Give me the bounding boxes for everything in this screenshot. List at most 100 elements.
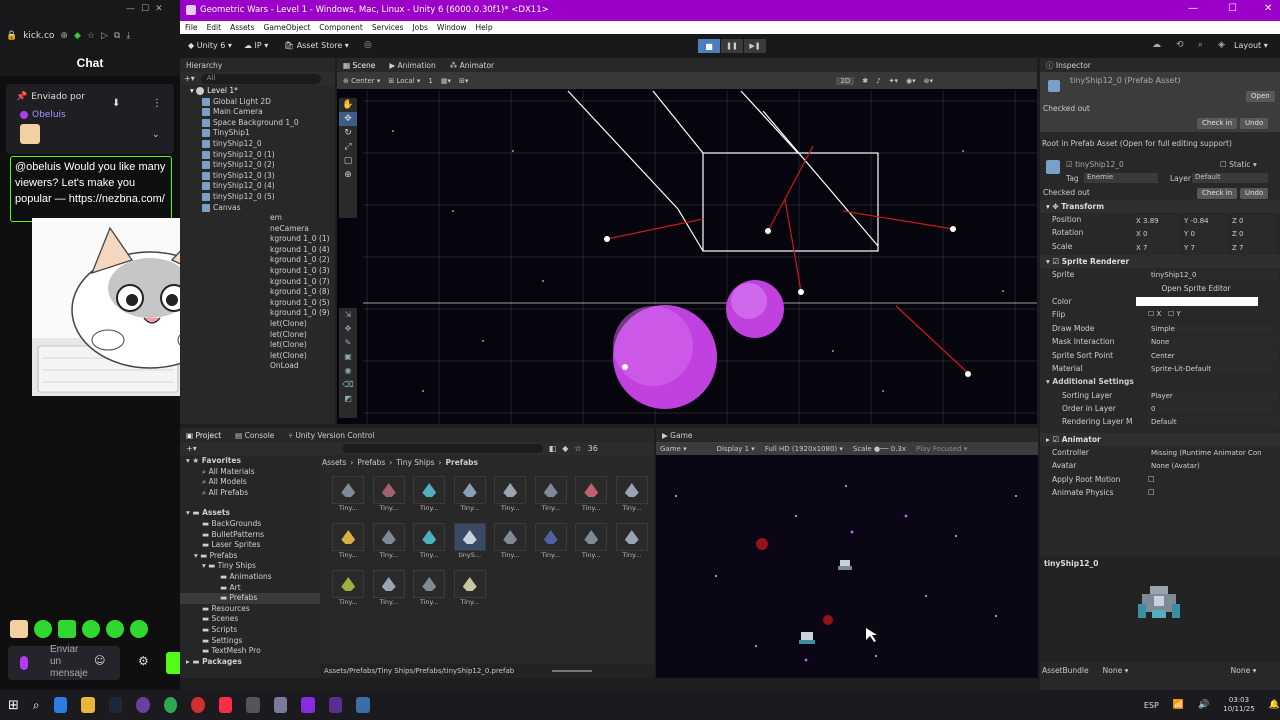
folder-item[interactable]: ▬ Scripts <box>180 625 320 636</box>
transform-header[interactable]: ▾ ✥ Transform <box>1040 200 1280 213</box>
menu-jobs[interactable]: Jobs <box>412 23 427 32</box>
scale-y[interactable]: Y 7 <box>1184 241 1228 256</box>
icon-size-slider[interactable] <box>552 670 593 672</box>
hierarchy-item-label[interactable]: kground 1_0 (1) <box>270 234 335 245</box>
hierarchy-item-label[interactable]: kground 1_0 (4) <box>270 245 335 256</box>
mic-icon[interactable] <box>20 656 28 670</box>
clock[interactable]: 03:03 10/11/25 <box>1223 696 1254 714</box>
prefab-item[interactable]: Tiny... <box>571 476 612 512</box>
favorite-icon[interactable]: ☆ <box>574 444 581 453</box>
minimize-icon[interactable]: — <box>1188 3 1198 14</box>
play-focused-dropdown[interactable]: Play Focused ▾ <box>916 445 967 453</box>
layers-icon[interactable]: ◈ <box>1218 40 1225 50</box>
hierarchy-item[interactable]: Global Light 2D <box>202 97 335 108</box>
transform-tool-icon[interactable]: ⊕ <box>339 168 357 182</box>
hierarchy-item-label[interactable]: let(Clone) <box>270 330 335 341</box>
audio-icon[interactable]: ♪ <box>876 77 880 85</box>
tab-project[interactable]: ▣ Project <box>186 431 221 440</box>
breadcrumb-item[interactable]: Prefabs <box>357 458 385 467</box>
tile-pick-icon[interactable]: ◉ <box>339 364 357 378</box>
hierarchy-item[interactable]: TinyShip1 <box>202 128 335 139</box>
prefab-item[interactable]: Tiny... <box>409 570 450 606</box>
prefab-item[interactable]: Tiny... <box>531 476 572 512</box>
display-dropdown[interactable]: Display 1 ▾ <box>717 445 755 453</box>
network-icon[interactable]: 📶 <box>1173 700 1184 710</box>
snap-icon[interactable]: ⊞▾ <box>459 77 468 85</box>
local-dropdown[interactable]: ⊞ Local ▾ <box>388 77 420 85</box>
folder-item[interactable]: ▬ Art <box>180 583 320 594</box>
layout-dropdown[interactable]: Layout ▾ <box>1234 41 1268 50</box>
scale-x[interactable]: X 7 <box>1136 241 1180 256</box>
static-toggle[interactable]: ☐ Static ▾ <box>1220 160 1257 169</box>
assets-header[interactable]: ▾ ▬ Assets <box>180 508 320 519</box>
chrome-icon[interactable] <box>163 697 178 713</box>
folder-item[interactable]: ▬ Scenes <box>180 614 320 625</box>
ip-button[interactable]: ☁ IP ▾ <box>244 41 268 50</box>
cloud-sync-icon[interactable]: ◎ <box>364 40 372 50</box>
object-name[interactable]: ☑ tinyShip12_0 <box>1066 160 1124 169</box>
music-icon[interactable] <box>218 697 233 713</box>
tab-version-control[interactable]: ⑂ Unity Version Control <box>288 431 374 440</box>
prefab-item[interactable]: Tiny... <box>369 570 410 606</box>
hierarchy-item-label[interactable]: kground 1_0 (2) <box>270 255 335 266</box>
menu-help[interactable]: Help <box>476 23 493 32</box>
prefab-item[interactable]: Tiny... <box>328 570 369 606</box>
close-icon[interactable]: ✕ <box>1264 3 1272 14</box>
material-field[interactable]: Sprite-Lit-Default <box>1148 363 1278 374</box>
prefab-item[interactable]: Tiny... <box>450 476 491 512</box>
hierarchy-item-label[interactable]: let(Clone) <box>270 319 335 330</box>
color-swatch[interactable] <box>1136 296 1258 306</box>
folder-item[interactable]: ▾ ▬ Tiny Ships <box>180 561 320 572</box>
folder-item[interactable]: ▬ BackGrounds <box>180 519 320 530</box>
opera-icon[interactable] <box>191 697 205 713</box>
hierarchy-item-label[interactable]: neCamera <box>270 224 335 235</box>
prefab-item[interactable]: Tiny... <box>369 476 410 512</box>
inspector-tab[interactable]: ⓘ Inspector <box>1040 58 1280 72</box>
packages-header[interactable]: ▸ ▬ Packages <box>180 657 320 668</box>
add-icon[interactable]: +▾ <box>184 74 195 83</box>
prefab-item[interactable]: Tiny... <box>490 523 531 559</box>
additional-settings-header[interactable]: ▾ Additional Settings <box>1040 375 1280 388</box>
animator-header[interactable]: ▸ ☑ Animator <box>1040 432 1280 446</box>
move-tool-icon[interactable]: ✥ <box>339 112 357 126</box>
folder-item[interactable]: ▬ TextMesh Pro <box>180 646 320 657</box>
hierarchy-item-label[interactable]: kground 1_0 (8) <box>270 287 335 298</box>
hierarchy-item[interactable]: tinyShip12_0 (1) <box>202 150 335 161</box>
hierarchy-item-label[interactable]: OnLoad <box>270 361 335 372</box>
pin-action-icon[interactable]: ⬇ <box>112 98 120 109</box>
close-icon[interactable]: ✕ <box>155 4 163 14</box>
favorite-item[interactable]: ⌕ All Prefabs <box>180 488 320 499</box>
prefab-item[interactable]: Tiny... <box>490 476 531 512</box>
tile-box-icon[interactable]: ▣ <box>339 350 357 364</box>
hierarchy-item-label[interactable]: kground 1_0 (3) <box>270 266 335 277</box>
star-icon[interactable]: ☆ <box>87 31 95 41</box>
rotate-tool-icon[interactable]: ↻ <box>339 126 357 140</box>
tile-select-icon[interactable]: ⇲ <box>339 308 357 322</box>
scale-tool-icon[interactable]: ⤢ <box>339 140 357 154</box>
tab-animation[interactable]: ▶ Animation <box>389 61 435 70</box>
asset-bundle-variant-dropdown[interactable]: None ▾ <box>1231 666 1257 675</box>
prefab-item[interactable]: Tiny... <box>450 570 491 606</box>
folder-item[interactable]: ▬ Settings <box>180 636 320 647</box>
menu-services[interactable]: Services <box>372 23 404 32</box>
flip-y-checkbox[interactable]: ☐ Y <box>1168 308 1181 321</box>
controller-field[interactable]: Missing (Runtime Animator Con <box>1148 448 1278 458</box>
rendering-layer-dropdown[interactable]: Default <box>1148 417 1278 428</box>
folder-item[interactable]: ▬ Resources <box>180 604 320 615</box>
emoji-icon[interactable]: ☺ <box>94 654 105 667</box>
file-explorer-icon[interactable] <box>81 697 95 713</box>
sprite-field[interactable]: tinyShip12_0 <box>1148 270 1278 281</box>
breadcrumb-item[interactable]: Assets <box>322 458 346 467</box>
gift-emote-icon[interactable] <box>58 620 76 638</box>
maximize-icon[interactable]: ☐ <box>141 4 149 14</box>
mode-2d-toggle[interactable]: 2D <box>836 76 855 85</box>
cat-emote-icon[interactable] <box>10 620 28 638</box>
prefab-item[interactable]: Tiny... <box>409 523 450 559</box>
windows-start-icon[interactable]: ⊞ <box>8 698 19 713</box>
folder-item[interactable]: ▬ Animations <box>180 572 320 583</box>
resolution-dropdown[interactable]: Full HD (1920x1080) ▾ <box>765 445 843 453</box>
rect-tool-icon[interactable]: ▢ <box>339 154 357 168</box>
folder-item-selected[interactable]: ▬ Prefabs <box>180 593 320 604</box>
menu-file[interactable]: File <box>185 23 198 32</box>
folder-item[interactable]: ▬ Laser Sprites <box>180 540 320 551</box>
